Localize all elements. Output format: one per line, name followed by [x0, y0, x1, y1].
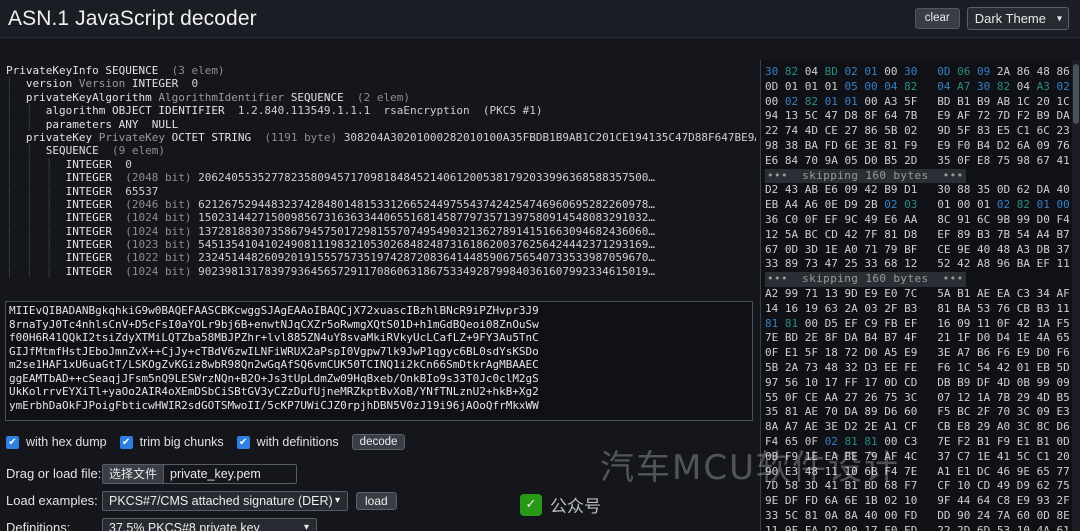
hex-row: 35 81 AE 70 DA 89 D6 60 F5 BC 2F 70 3C 0…	[765, 405, 1080, 419]
hex-row: 67 0D 3D 1E A0 71 79 BF CE 9E 40 48 A3 D…	[765, 242, 1080, 256]
chevron-down-icon: ▾	[303, 522, 309, 531]
chevron-down-icon: ▾	[334, 495, 340, 506]
asn1-tree-view[interactable]: PrivateKeyInfo SEQUENCE (3 elem) │ versio…	[0, 60, 756, 298]
hex-row: 12 5A BC CD 42 7F 81 D8 EF 89 B3 7B 54 A…	[765, 227, 1080, 241]
hex-row: EB A4 A6 0E D9 2B 02 03 01 00 01 02 82 0…	[765, 198, 1080, 212]
hex-skip-label: ••• skipping 160 bytes •••	[765, 272, 966, 287]
header-actions: clear Dark Theme ▾	[914, 7, 1072, 30]
hex-row: 7E BD 2E 8F DA B4 B7 4F 21 1F D0 D4 1E 4…	[765, 331, 1080, 345]
theme-select-value: Dark Theme	[974, 11, 1046, 26]
tree-row[interactable]: │ version Version INTEGER 0	[6, 77, 756, 90]
decode-options-row: ✔ with hex dump ✔ trim big chunks ✔ with…	[6, 431, 746, 453]
tree-row[interactable]: │ │ │ INTEGER (2048 bit) 206240553527782…	[6, 171, 756, 184]
tree-row[interactable]: │ │ │ INTEGER (1024 bit) 902398131783979…	[6, 265, 756, 278]
file-row: Drag or load file: 选择文件 private_key.pem	[6, 462, 746, 485]
tree-row[interactable]: │ privateKey PrivateKey OCTET STRING (11…	[6, 131, 756, 144]
with-definitions-checkbox[interactable]: ✔	[236, 435, 250, 449]
trim-big-chunks-checkbox[interactable]: ✔	[119, 435, 133, 449]
selected-file-name: private_key.pem	[170, 466, 261, 481]
load-examples-label: Load examples:	[6, 493, 98, 508]
tree-row[interactable]: │ │ │ INTEGER 65537	[6, 185, 756, 198]
tree-row[interactable]: │ │ │ INTEGER (1024 bit) 150231442715009…	[6, 211, 756, 224]
examples-row: Load examples: PKCS#7/CMS attached signa…	[6, 489, 746, 512]
hex-skip-row: ••• skipping 160 bytes •••	[765, 168, 1080, 184]
drag-or-load-label: Drag or load file:	[6, 466, 102, 481]
hex-row: 90 E3 48 11 10 6B F4 7E A1 E1 DC 46 9E 6…	[765, 464, 1080, 478]
definitions-label: Definitions:	[6, 520, 71, 531]
hex-row: A2 99 71 13 9D E9 E0 7C 5A B1 AE EA C3 3…	[765, 286, 1080, 300]
tree-row[interactable]: │ │ parameters ANY NULL	[6, 118, 756, 131]
hex-row: D2 43 AB E6 09 42 B9 D1 30 88 35 0D 62 D…	[765, 183, 1080, 197]
tree-row[interactable]: PrivateKeyInfo SEQUENCE (3 elem)	[6, 64, 756, 77]
tree-row[interactable]: │ │ │ INTEGER (2046 bit) 621267529448323…	[6, 198, 756, 211]
with-hex-dump-checkbox[interactable]: ✔	[6, 435, 19, 449]
bottom-form: Drag or load file: 选择文件 private_key.pem …	[6, 462, 746, 531]
hex-dump-panel[interactable]: 30 82 04 BD 02 01 00 30 0D 06 09 2A 86 4…	[760, 60, 1080, 531]
hex-row: 94 13 5C 47 D8 8F 64 7B E9 AF 72 7D F2 B…	[765, 109, 1080, 123]
page-title: ASN.1 JavaScript decoder	[8, 6, 257, 30]
tree-row[interactable]: │ │ SEQUENCE (9 elem)	[6, 144, 756, 157]
with-hex-dump-label[interactable]: with hex dump	[26, 435, 107, 449]
hex-skip-row: ••• skipping 160 bytes •••	[765, 272, 1080, 287]
hex-row: 33 89 73 47 25 33 68 12 52 42 A8 96 BA E…	[765, 257, 1080, 271]
hex-scrollbar-thumb[interactable]	[1073, 64, 1079, 124]
trim-big-chunks-label[interactable]: trim big chunks	[140, 435, 224, 449]
hex-row: 0B F9 1E EA BE 79 AF 4C 37 C7 1E 41 5C C…	[765, 449, 1080, 463]
chevron-down-icon: ▾	[1056, 13, 1062, 24]
app-header: ASN.1 JavaScript decoder clear Dark Them…	[0, 0, 1080, 38]
file-input[interactable]: 选择文件 private_key.pem	[102, 463, 297, 484]
hex-row: E6 84 70 9A 05 D0 B5 2D 35 0F E8 75 98 6…	[765, 153, 1080, 167]
hex-row: 36 C0 0F EF 9C 49 E6 AA 8C 91 6C 9B 99 D…	[765, 212, 1080, 226]
tree-row[interactable]: │ │ │ INTEGER (1022 bit) 232451448260920…	[6, 251, 756, 264]
hex-row: 33 5C 81 0A 8A 40 00 FD DD 90 24 7A 60 0…	[765, 508, 1080, 522]
hex-row: 14 16 19 63 2A 03 2F B3 81 BA 53 76 CB B…	[765, 301, 1080, 315]
tree-row[interactable]: │ │ │ INTEGER (1023 bit) 545135410410249…	[6, 238, 756, 251]
hex-row: 5B 2A 73 48 32 D3 EE FE F6 1C 54 42 01 E…	[765, 360, 1080, 374]
definitions-select[interactable]: 37.5% PKCS#8 private key ▾	[102, 517, 317, 531]
tree-scroll-hint	[742, 196, 754, 220]
hex-row: 22 74 4D CE 27 86 5B 02 9D 5F 83 E5 C1 6…	[765, 124, 1080, 138]
examples-select[interactable]: PKCS#7/CMS attached signature (DER) ▾	[102, 490, 348, 511]
hex-row: 11 9F FA D2 09 17 F0 ED 22 2D 6D 53 10 4…	[765, 523, 1080, 531]
theme-select[interactable]: Dark Theme ▾	[966, 7, 1069, 30]
load-button[interactable]: load	[356, 491, 397, 510]
hex-scrollbar[interactable]	[1072, 60, 1080, 531]
tree-row[interactable]: │ privateKeyAlgorithm AlgorithmIdentifie…	[6, 91, 756, 104]
tree-row[interactable]: │ │ │ INTEGER 0	[6, 158, 756, 171]
hex-row: 30 82 04 BD 02 01 00 30 0D 06 09 2A 86 4…	[765, 65, 1080, 78]
hex-row: 7D 58 3D 41 B1 BD 68 F7 CF 10 CD 49 D9 6…	[765, 479, 1080, 493]
decode-button[interactable]: decode	[351, 434, 406, 450]
tree-row[interactable]: │ │ algorithm OBJECT IDENTIFIER 1.2.840.…	[6, 104, 756, 117]
hex-row: 0F E1 5F 18 72 D0 A5 E9 3E A7 B6 F6 E9 D…	[765, 346, 1080, 360]
definitions-row: Definitions: 37.5% PKCS#8 private key ▾	[6, 516, 746, 531]
with-definitions-label[interactable]: with definitions	[257, 435, 339, 449]
hex-row: 00 02 82 01 01 00 A3 5F BD B1 B9 AB 1C 2…	[765, 94, 1080, 108]
hex-row: 9E DF FD 6A 6E 1B 02 10 9F 44 64 C8 E9 9…	[765, 494, 1080, 508]
pem-input-textarea[interactable]	[5, 301, 753, 421]
tree-row[interactable]: │ │ │ INTEGER (1024 bit) 137281883073586…	[6, 225, 756, 238]
hex-row: 0D 01 01 01 05 00 04 82 04 A7 30 82 04 A…	[765, 79, 1080, 93]
definitions-select-value: 37.5% PKCS#8 private key	[109, 520, 260, 531]
hex-row: 97 56 10 17 FF 17 0D CD DB B9 DF 4D 0B 9…	[765, 375, 1080, 389]
hex-row: 55 0F CE AA 27 26 75 3C 07 12 1A 7B 29 4…	[765, 390, 1080, 404]
asn1-decoder-app: ASN.1 JavaScript decoder clear Dark Them…	[0, 0, 1080, 531]
choose-file-button[interactable]: 选择文件	[103, 464, 165, 483]
hex-row: 81 81 00 D5 EF C9 FB EF 16 09 11 0F 42 1…	[765, 316, 1080, 330]
examples-select-value: PKCS#7/CMS attached signature (DER)	[109, 493, 333, 508]
hex-row: F4 65 0F 02 81 81 00 C3 7E F2 B1 F9 E1 B…	[765, 434, 1080, 448]
hex-row: 98 38 BA FD 6E 3E 81 F9 E9 F0 B4 D2 6A 0…	[765, 138, 1080, 152]
hex-skip-label: ••• skipping 160 bytes •••	[765, 168, 966, 184]
hex-row: 8A A7 AE 3E D2 2E A1 CF CB E8 29 A0 3C 8…	[765, 420, 1080, 434]
clear-button[interactable]: clear	[914, 8, 960, 29]
